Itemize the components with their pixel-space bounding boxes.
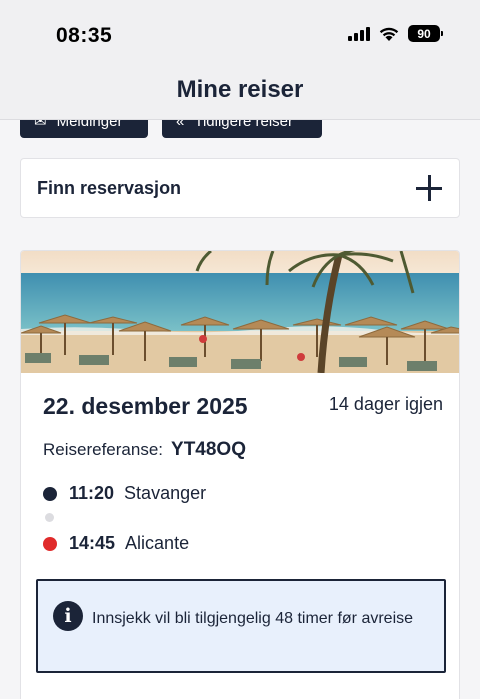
page-header: Mine reiser xyxy=(0,62,480,120)
arrival-leg: 14:45 Alicante xyxy=(43,533,189,554)
arrival-dot-icon xyxy=(43,536,57,551)
checkin-info-box: i Innsjekk vil bli tilgjengelig 48 timer… xyxy=(36,579,446,673)
status-bar: 08:35 90 xyxy=(0,0,480,62)
status-icons: 90 xyxy=(348,25,443,42)
find-reservation-card[interactable]: Finn reservasjon xyxy=(20,158,460,218)
departure-leg: 11:20 Stavanger xyxy=(43,483,206,504)
find-reservation-label: Finn reservasjon xyxy=(37,177,182,198)
departure-dot-icon xyxy=(43,486,57,501)
departure-time: 11:20 xyxy=(69,483,115,503)
status-time: 08:35 xyxy=(56,24,113,47)
reference-code: YT48OQ xyxy=(171,439,246,460)
battery-icon: 90 xyxy=(408,25,443,42)
trip-image xyxy=(21,251,459,373)
wifi-icon xyxy=(379,27,399,41)
trip-countdown: 14 dager igjen xyxy=(328,394,443,414)
route-connector-dot xyxy=(45,513,54,522)
booking-reference: Reisereferanse: YT48OQ xyxy=(43,439,246,461)
battery-level: 90 xyxy=(417,26,431,41)
trip-card[interactable]: 22. desember 2025 14 dager igjen Reisere… xyxy=(20,250,460,699)
arrival-time: 14:45 xyxy=(69,533,116,553)
signal-icon xyxy=(348,26,370,41)
checkin-info-text: Innsjekk vil bli tilgjengelig 48 timer f… xyxy=(92,610,414,627)
reference-label: Reisereferanse: xyxy=(43,440,164,459)
departure-city: Stavanger xyxy=(124,483,207,503)
plus-icon[interactable] xyxy=(415,174,443,202)
page-title: Mine reiser xyxy=(176,75,304,103)
trip-date: 22. desember 2025 xyxy=(43,393,248,419)
info-icon: i xyxy=(53,601,83,631)
arrival-city: Alicante xyxy=(125,533,190,553)
